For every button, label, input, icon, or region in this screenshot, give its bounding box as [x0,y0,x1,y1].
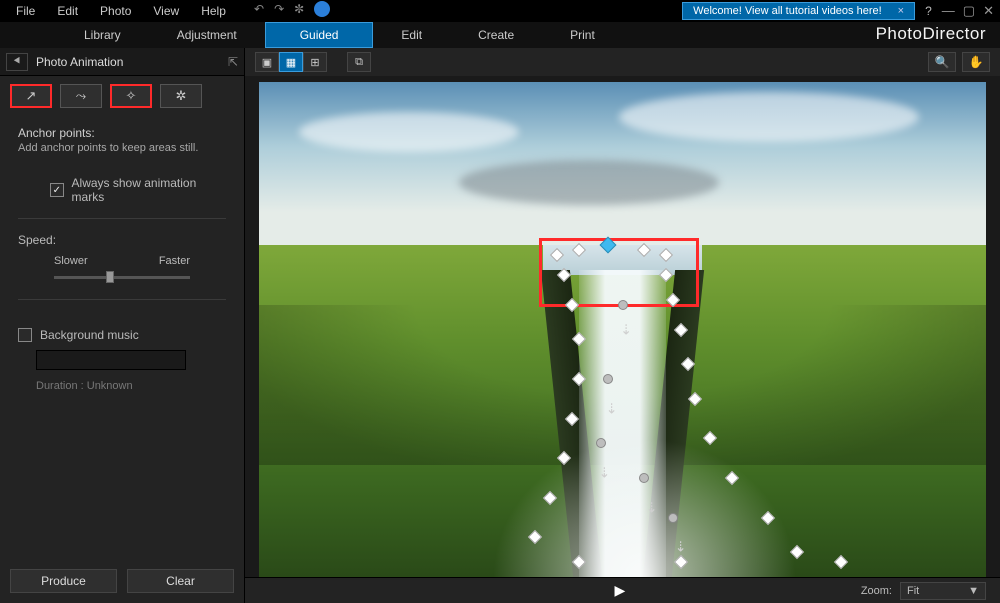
effects-tool[interactable]: ✲ [160,84,202,108]
motion-marker[interactable] [668,513,678,523]
animation-tool-row: ↗ ⤳ ✧ ✲ [0,76,244,116]
sky-region [259,82,986,245]
menu-edit[interactable]: Edit [47,2,88,20]
gear-icon[interactable]: ✼ [294,2,304,16]
view-single-icon[interactable]: ▣ [255,52,279,72]
tab-guided[interactable]: Guided [265,22,374,48]
motion-marker[interactable] [603,374,613,384]
tutorial-banner[interactable]: Welcome! View all tutorial videos here! … [682,2,915,20]
help-icon[interactable]: ? [925,4,932,18]
play-button[interactable]: ▶ [615,582,626,599]
speed-slider[interactable] [54,269,190,285]
bg-music-label: Background music [40,328,139,342]
window-controls: — ▢ ✕ [942,3,994,19]
menubar: File Edit Photo View Help ↶ ↷ ✼ Welcome!… [0,0,1000,22]
duration-label: Duration : Unknown [36,380,226,392]
back-button[interactable]: ⯇ [6,53,28,71]
motion-marker[interactable] [596,438,606,448]
hint-title: Anchor points: [18,126,226,140]
hint-subtitle: Add anchor points to keep areas still. [18,142,226,154]
tab-library[interactable]: Library [56,22,149,48]
motion-arrow-icon: ⇣ [606,400,618,417]
motion-marker[interactable] [639,473,649,483]
image-canvas[interactable]: ⇣ ⇣ ⇣ ⇣ ⇣ [259,82,986,577]
checkbox-bg-music[interactable] [18,328,32,342]
view-compare-icon[interactable]: ▦ [279,52,303,72]
tab-adjustment[interactable]: Adjustment [149,22,265,48]
motion-arrow-icon: ⇣ [675,539,687,556]
bg-music-file-field[interactable] [36,350,186,370]
undo-icon[interactable]: ↶ [254,2,264,16]
canvas-toolbar: ▣ ▦ ⊞ ⧉ 🔍 ✋ [245,48,1000,76]
maximize-icon[interactable]: ▢ [963,3,975,19]
pan-tool-icon[interactable]: ✋ [962,52,990,72]
menu-photo[interactable]: Photo [90,2,141,20]
checkbox-show-marks[interactable]: ✓ [50,183,64,197]
clear-button[interactable]: Clear [127,569,234,593]
canvas-area: ▣ ▦ ⊞ ⧉ 🔍 ✋ [245,48,1000,603]
canvas-bottom-bar: ▶ Zoom: Fit ▼ [245,577,1000,603]
tutorial-text: Welcome! View all tutorial videos here! [693,5,882,17]
chevron-down-icon: ▼ [968,585,979,597]
tab-print[interactable]: Print [542,22,623,48]
menu-items: File Edit Photo View Help [6,2,236,20]
zoom-value: Fit [907,585,919,597]
motion-arrow-icon: ⇣ [598,465,610,482]
export-icon[interactable]: ⇱ [228,55,238,69]
redo-icon[interactable]: ↷ [274,2,284,16]
speed-max: Faster [159,255,190,267]
close-icon[interactable]: ✕ [983,3,994,19]
menu-file[interactable]: File [6,2,45,20]
speed-label: Speed: [18,233,226,247]
menu-view[interactable]: View [143,2,189,20]
left-panel: ⯇ Photo Animation ⇱ ↗ ⤳ ✧ ✲ Anchor point… [0,48,245,603]
produce-button[interactable]: Produce [10,569,117,593]
speed-min: Slower [54,255,88,267]
checkbox-show-marks-label: Always show animation marks [72,176,226,204]
tab-create[interactable]: Create [450,22,542,48]
motion-free-tool[interactable]: ⤳ [60,84,102,108]
notification-icon[interactable] [314,1,330,17]
zoom-label: Zoom: [861,585,892,597]
panel-title: Photo Animation [36,55,220,69]
motion-arrow-icon: ⇣ [620,321,632,338]
zoom-select[interactable]: Fit ▼ [900,582,986,600]
view-grid-icon[interactable]: ⊞ [303,52,327,72]
anchor-point-tool[interactable]: ✧ [110,84,152,108]
motion-arrow-icon: ⇣ [646,499,658,516]
motion-marker[interactable] [618,300,628,310]
tab-edit[interactable]: Edit [373,22,450,48]
speed-slider-thumb[interactable] [106,271,114,283]
tutorial-close-icon[interactable]: × [898,5,904,17]
quick-toolbar: ↶ ↷ ✼ [254,1,330,17]
module-tabs: Library Adjustment Guided Edit Create Pr… [0,22,1000,48]
menu-help[interactable]: Help [191,2,236,20]
view-secondary-icon[interactable]: ⧉ [347,52,371,72]
brand-name: PhotoDirector [876,24,986,44]
minimize-icon[interactable]: — [942,3,955,19]
zoom-tool-icon[interactable]: 🔍 [928,52,956,72]
motion-arrow-tool[interactable]: ↗ [10,84,52,108]
